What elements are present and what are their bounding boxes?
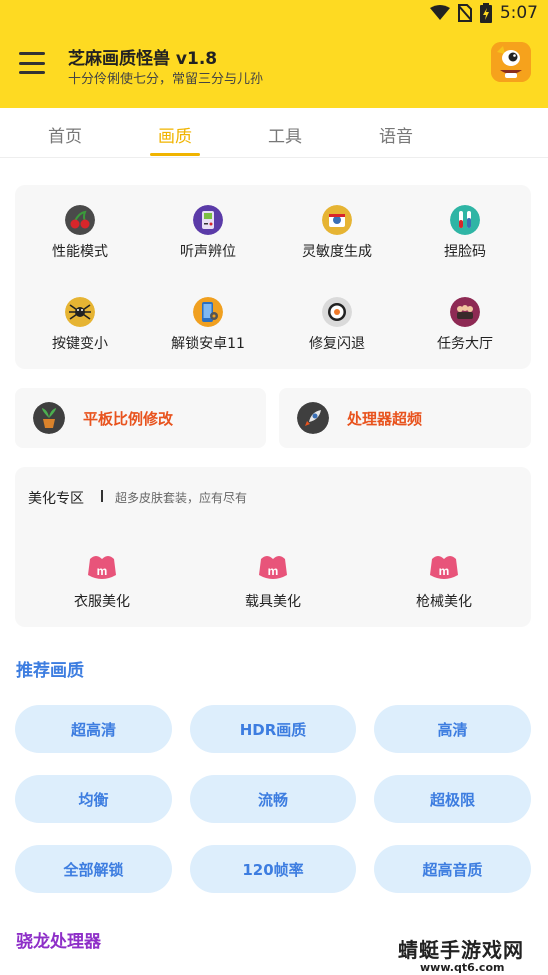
tab-voice[interactable]: 语音 [379,122,413,147]
grid-item-fix-crash[interactable]: 修复闪退 [277,297,397,353]
beauty-item-gun[interactable]: m 枪械美化 [384,551,504,611]
grid-label: 灵敏度生成 [302,244,372,260]
menu-icon[interactable] [19,52,45,74]
beauty-label: 载具美化 [245,594,301,610]
recommended-title: 推荐画质 [16,661,84,681]
svg-text:m: m [97,564,108,578]
plant-icon [33,402,65,434]
tab-home[interactable]: 首页 [48,122,82,147]
camera-icon [322,205,352,235]
grid-label: 解锁安卓11 [171,336,245,352]
tab-quality[interactable]: 画质 [158,122,192,147]
beauty-item-vehicle[interactable]: m 载具美化 [213,551,333,611]
watermark-text: 蜻蜓手游戏网 [398,938,524,962]
watermark-url: www.qt6.com [420,961,505,974]
no-sim-icon [457,4,472,22]
beauty-item-clothes[interactable]: m 衣服美化 [42,551,162,611]
quality-option-smooth[interactable]: 流畅 [190,775,356,823]
quality-option-120fps[interactable]: 120帧率 [190,845,356,893]
status-bar: 5:07 [429,0,538,26]
beauty-label: 衣服美化 [74,594,130,610]
quality-option-hifi-audio[interactable]: 超高音质 [374,845,531,893]
promo-label: 处理器超频 [347,410,423,428]
promo-label: 平板比例修改 [83,410,174,428]
grid-label: 捏脸码 [444,244,486,260]
grid-label: 任务大厅 [437,336,493,352]
grid-item-performance[interactable]: 性能模式 [20,205,140,261]
quality-option-extreme[interactable]: 超极限 [374,775,531,823]
grid-label: 修复闪退 [309,336,365,352]
spider-icon [65,297,95,327]
beauty-subtitle: 超多皮肤套装，应有尽有 [115,491,248,505]
grid-label: 听声辨位 [180,244,236,260]
quality-option-balanced[interactable]: 均衡 [15,775,172,823]
grid-item-sensitivity[interactable]: 灵敏度生成 [277,205,397,261]
quality-option-unlock-all[interactable]: 全部解锁 [15,845,172,893]
wifi-icon [429,5,450,21]
grid-item-android11[interactable]: 解锁安卓11 [148,297,268,353]
rocket-icon [297,402,329,434]
tab-indicator [150,153,200,156]
sushi-icon [322,297,352,327]
svg-text:m: m [268,564,279,578]
divider [101,490,103,502]
app-bar: 5:07 芝麻画质怪兽 v1.8 十分伶俐使七分，常留三分与儿孙 [0,0,548,108]
team-icon [450,297,480,327]
m-tag-icon: m [428,551,460,583]
grid-item-task-hall[interactable]: 任务大厅 [405,297,525,353]
beauty-label: 枪械美化 [416,594,472,610]
quality-option-ultra-hd[interactable]: 超高清 [15,705,172,753]
tool-grid-card: 性能模式 听声辨位 灵敏度生成 捏脸码 按键变小 解锁安卓11 修复闪退 任务大… [15,185,531,369]
cpu-overclock-button[interactable]: 处理器超频 [279,388,531,448]
cherry-icon [65,205,95,235]
m-tag-icon: m [86,551,118,583]
gameboy-icon [193,205,223,235]
phone-gear-icon [193,297,223,327]
grid-item-sound[interactable]: 听声辨位 [148,205,268,261]
m-tag-icon: m [257,551,289,583]
grid-label: 按键变小 [52,336,108,352]
beauty-title: 美化专区 [28,491,84,507]
tubes-icon [450,205,480,235]
app-subtitle: 十分伶俐使七分，常留三分与儿孙 [68,72,264,87]
watermark: 蜻蜓手游戏网 www.qt6.com [392,932,548,975]
tab-tools[interactable]: 工具 [268,122,302,147]
battery-icon [479,3,492,23]
svg-text:m: m [439,564,450,578]
grid-label: 性能模式 [52,244,108,260]
monster-logo-icon[interactable] [491,42,531,82]
tab-bar: 首页 画质 工具 语音 [0,108,548,158]
quality-option-hdr[interactable]: HDR画质 [190,705,356,753]
quality-option-hd[interactable]: 高清 [374,705,531,753]
grid-item-key-size[interactable]: 按键变小 [20,297,140,353]
status-time: 5:07 [499,3,538,23]
app-title: 芝麻画质怪兽 v1.8 [68,49,218,69]
grid-item-face-code[interactable]: 捏脸码 [405,205,525,261]
snapdragon-title: 骁龙处理器 [16,932,101,952]
tablet-ratio-button[interactable]: 平板比例修改 [15,388,266,448]
